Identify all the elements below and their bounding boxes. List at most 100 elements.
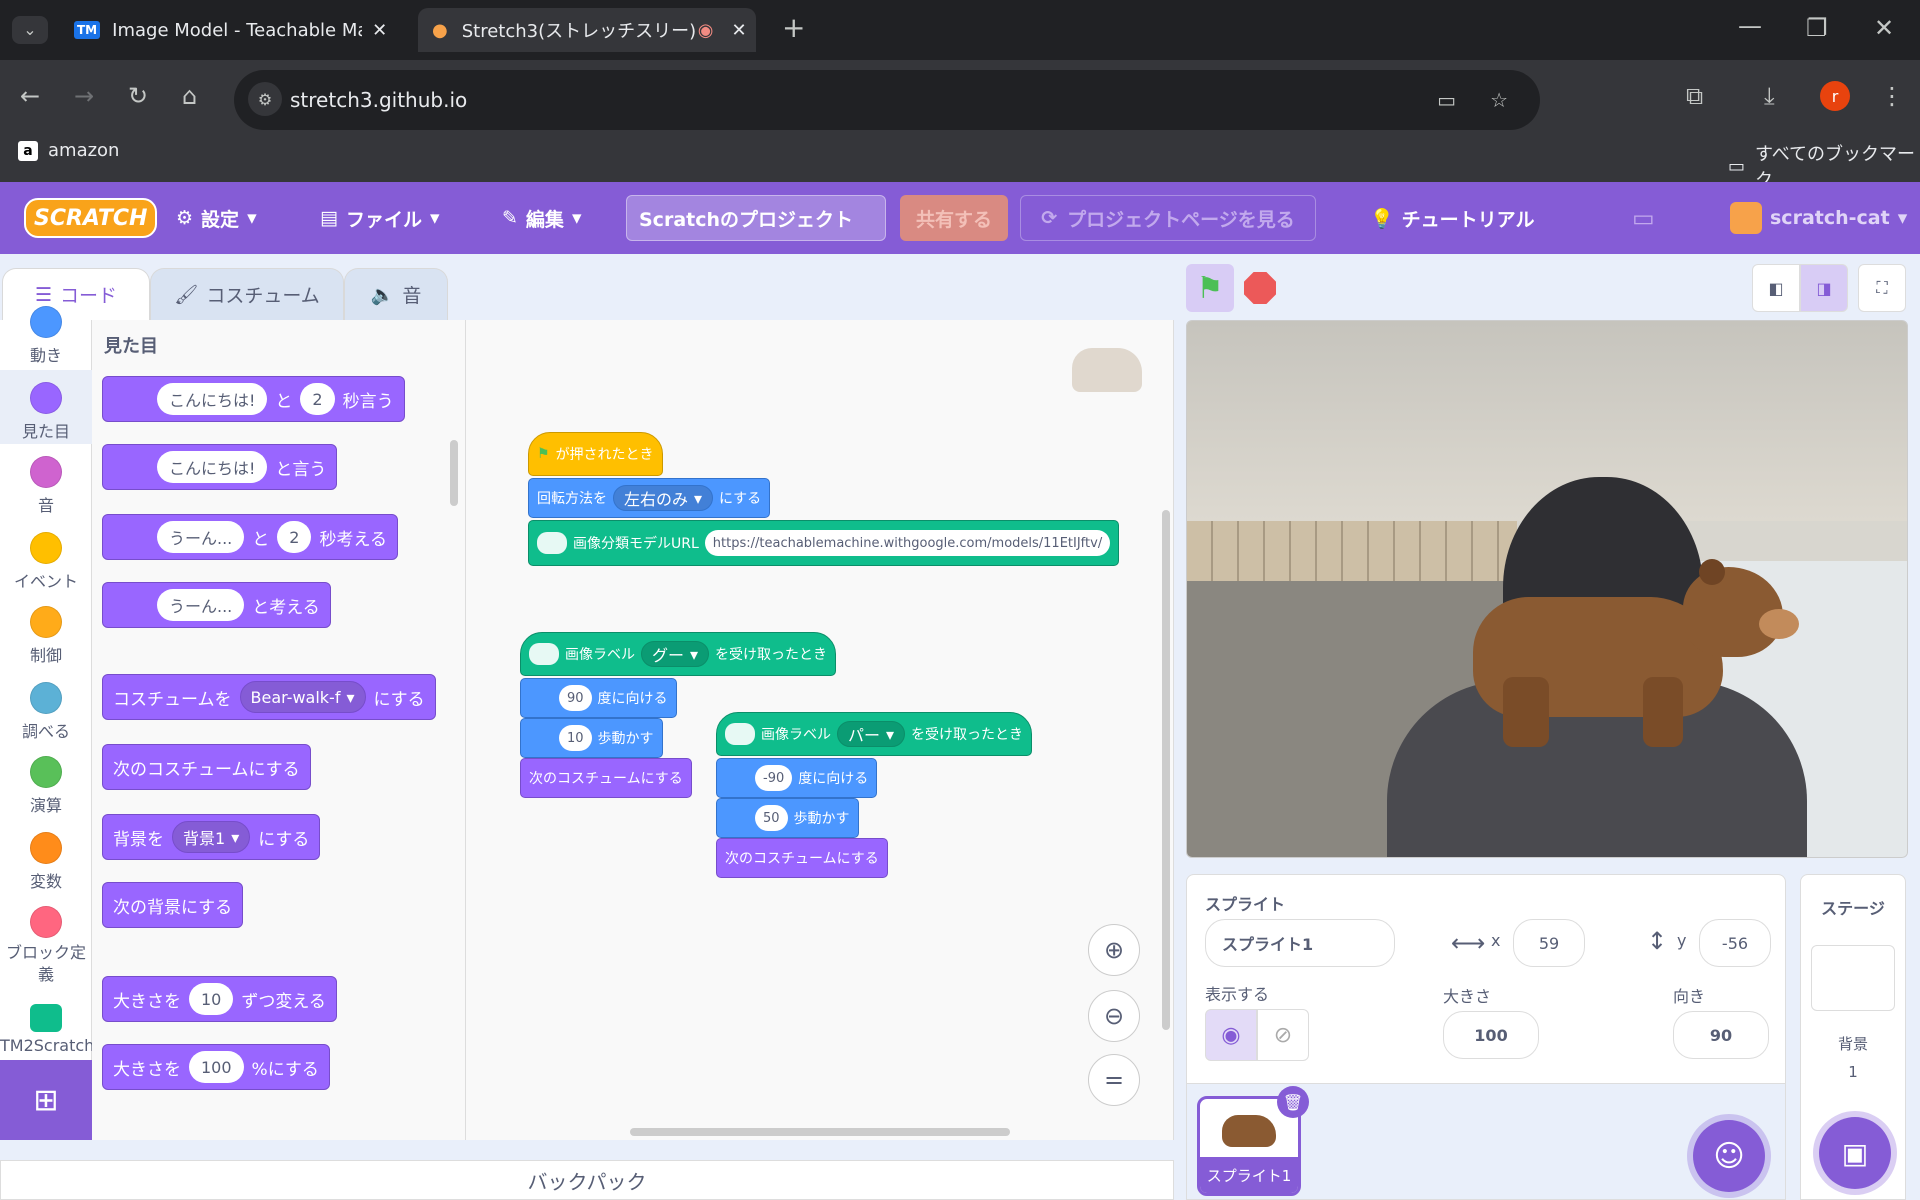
close-tab-icon[interactable]: ✕ (372, 20, 387, 41)
zoom-reset-button[interactable]: = (1088, 1054, 1140, 1106)
block-switch-backdrop[interactable]: 背景を 背景1 ▾ にする (102, 814, 321, 860)
block-input[interactable]: -90 (755, 765, 793, 791)
block-input[interactable]: うーん... (157, 589, 245, 621)
minimize-icon[interactable]: — (1738, 14, 1762, 38)
model-url-input[interactable]: https://teachablemachine.withgoogle.com/… (704, 530, 1111, 556)
choose-sprite-button[interactable]: ☺ (1693, 1120, 1765, 1192)
category-sensing[interactable]: 調べる (0, 682, 92, 742)
add-extension-button[interactable]: ⊞ (0, 1060, 92, 1140)
category-motion[interactable]: 動き (0, 306, 92, 366)
see-project-page-button[interactable]: ⟳ プロジェクトページを見る (1020, 195, 1316, 241)
category-control[interactable]: 制御 (0, 606, 92, 666)
category-my-blocks[interactable]: ブロック定義 (0, 906, 92, 986)
block-set-rotation-style[interactable]: 回転方法を 左右のみ ▾ にする (528, 478, 771, 518)
tab-sounds[interactable]: 🔈 音 (344, 268, 448, 320)
edit-menu[interactable]: ✎ 編集 ▾ (502, 182, 581, 254)
bookmark-amazon[interactable]: a amazon (18, 140, 119, 161)
script-horizontal-scrollbar[interactable] (630, 1128, 1010, 1136)
tutorials-button[interactable]: 💡 チュートリアル (1370, 182, 1534, 254)
delete-sprite-button[interactable]: 🗑 (1277, 1086, 1309, 1118)
menu-kebab-icon[interactable]: ⋮ (1880, 84, 1904, 108)
small-stage-button[interactable]: ◧ (1752, 264, 1800, 312)
size-input[interactable]: 100 (1443, 1011, 1539, 1059)
tab-search-icon[interactable]: ⌄ (12, 16, 48, 44)
address-bar[interactable]: ⚙ stretch3.github.io ▭ ☆ (234, 70, 1540, 130)
forward-icon[interactable]: → (74, 84, 94, 108)
block-say-for-secs[interactable]: こんにちは! と 2 秒言う (102, 376, 405, 422)
block-think[interactable]: うーん... と考える (102, 582, 331, 628)
tab-costumes[interactable]: 🖌 コスチューム (150, 268, 344, 320)
download-icon[interactable]: ⤓ (1764, 84, 1775, 108)
block-when-label-received-goo[interactable]: 画像ラベル グー ▾ を受け取ったとき (520, 632, 837, 676)
category-variables[interactable]: 変数 (0, 832, 92, 892)
close-window-icon[interactable]: ✕ (1874, 16, 1894, 40)
rotation-dropdown[interactable]: 左右のみ ▾ (613, 485, 714, 511)
category-looks[interactable]: 見た目 (0, 370, 92, 444)
choose-backdrop-button[interactable]: ▣ (1819, 1117, 1891, 1189)
block-switch-costume[interactable]: コスチュームを Bear-walk-f ▾ にする (102, 674, 436, 720)
block-input[interactable]: こんにちは! (157, 451, 268, 483)
block-point-in-direction[interactable]: 90 度に向ける (520, 678, 677, 718)
bookmark-star-icon[interactable]: ☆ (1490, 88, 1508, 112)
extensions-icon[interactable]: ⧉ (1686, 84, 1703, 108)
my-stuff-icon[interactable]: ▭ (1632, 182, 1655, 254)
zoom-out-button[interactable]: ⊖ (1088, 990, 1140, 1042)
block-say[interactable]: こんにちは! と言う (102, 444, 338, 490)
direction-input[interactable]: 90 (1673, 1011, 1769, 1059)
palette-scrollbar[interactable] (450, 440, 458, 506)
stop-button[interactable] (1244, 272, 1276, 304)
close-tab-icon[interactable]: ✕ (731, 20, 746, 41)
stage-canvas[interactable] (1186, 320, 1908, 858)
bear-sprite[interactable] (1463, 559, 1803, 747)
large-stage-button[interactable]: ◨ (1800, 264, 1848, 312)
block-input[interactable]: うーん... (157, 521, 245, 553)
zoom-in-button[interactable]: ⊕ (1088, 924, 1140, 976)
profile-avatar[interactable]: r (1820, 81, 1850, 111)
category-events[interactable]: イベント (0, 532, 92, 592)
block-move-steps[interactable]: 50 歩動かす (716, 798, 859, 838)
home-icon[interactable]: ⌂ (182, 84, 197, 108)
show-sprite-button[interactable]: ◉ (1205, 1009, 1257, 1061)
block-set-size[interactable]: 大きさを 100 %にする (102, 1044, 330, 1090)
share-button[interactable]: 共有する (900, 195, 1008, 241)
reload-icon[interactable]: ↻ (128, 84, 148, 108)
category-sound[interactable]: 音 (0, 456, 92, 516)
block-input[interactable]: 2 (300, 383, 335, 415)
y-input[interactable]: -56 (1699, 919, 1771, 967)
account-menu[interactable]: scratch-cat ▾ (1730, 182, 1907, 254)
block-next-costume[interactable]: 次のコスチュームにする (716, 838, 888, 878)
block-think-for-secs[interactable]: うーん... と 2 秒考える (102, 514, 398, 560)
scratch-logo[interactable]: SCRATCH (24, 198, 158, 238)
category-tm2scratch[interactable]: TM2Scratch (0, 1004, 94, 1055)
camera-icon[interactable]: ▭ (1437, 88, 1456, 112)
block-input[interactable]: 90 (559, 685, 592, 711)
block-input[interactable]: 10 (559, 725, 592, 751)
x-input[interactable]: 59 (1513, 919, 1585, 967)
stage-selector[interactable]: ステージ 背景 1 ▣ (1800, 874, 1906, 1200)
block-next-costume[interactable]: 次のコスチュームにする (102, 744, 311, 790)
label-dropdown[interactable]: グー ▾ (641, 641, 710, 667)
block-move-steps[interactable]: 10 歩動かす (520, 718, 663, 758)
project-title-input[interactable]: Scratchのプロジェクト (626, 195, 886, 241)
block-input[interactable]: 10 (189, 983, 234, 1015)
label-dropdown[interactable]: パー ▾ (837, 721, 906, 747)
browser-tab-stretch3[interactable]: ● Stretch3(ストレッチスリー) ◉ ✕ (418, 8, 756, 52)
block-input[interactable]: こんにちは! (157, 383, 268, 415)
block-point-in-direction[interactable]: -90 度に向ける (716, 758, 878, 798)
site-info-icon[interactable]: ⚙ (248, 82, 282, 116)
browser-tab-teachable[interactable]: TM Image Model - Teachable Mach ✕ (60, 8, 410, 52)
restore-icon[interactable]: ❐ (1806, 16, 1828, 40)
green-flag-button[interactable]: ⚑ (1186, 264, 1234, 312)
file-menu[interactable]: ▤ ファイル ▾ (320, 182, 440, 254)
sprite-name-input[interactable]: スプライト1 (1205, 919, 1395, 967)
category-operators[interactable]: 演算 (0, 756, 92, 816)
block-when-flag-clicked[interactable]: ⚑ が押されたとき (528, 432, 663, 476)
block-image-classifier-url[interactable]: 画像分類モデルURL https://teachablemachine.with… (528, 520, 1120, 566)
script-vertical-scrollbar[interactable] (1162, 510, 1170, 1030)
block-input[interactable]: 100 (189, 1051, 244, 1083)
hide-sprite-button[interactable]: ⊘ (1257, 1009, 1309, 1061)
settings-menu[interactable]: ⚙ 設定 ▾ (176, 182, 257, 254)
block-when-label-received-paa[interactable]: 画像ラベル パー ▾ を受け取ったとき (716, 712, 1033, 756)
block-next-costume[interactable]: 次のコスチュームにする (520, 758, 692, 798)
costume-dropdown[interactable]: Bear-walk-f ▾ (239, 681, 366, 713)
